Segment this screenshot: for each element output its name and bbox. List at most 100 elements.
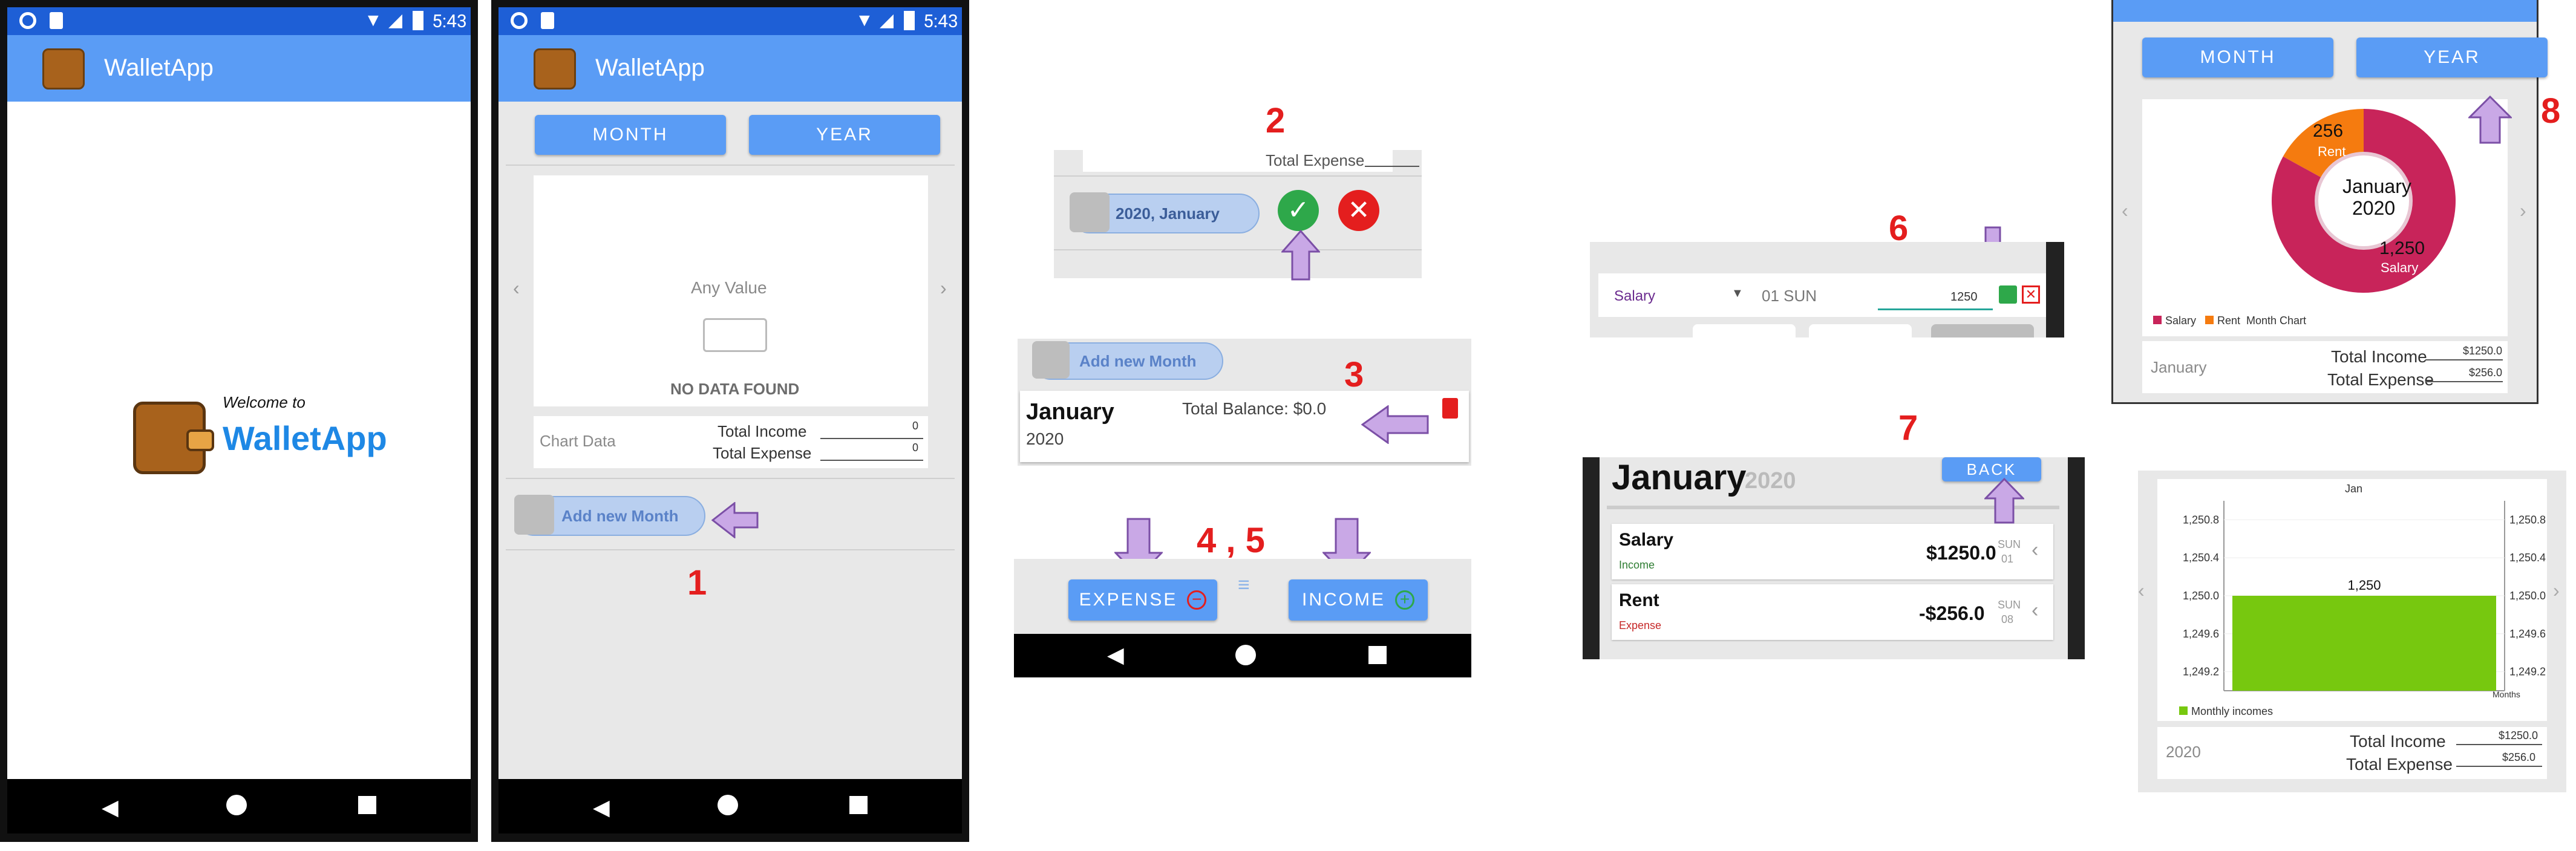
amount-input[interactable]: 1250 xyxy=(1950,290,1978,304)
chevron-left-icon[interactable]: ‹ xyxy=(2122,200,2128,222)
arrow-up-annotation xyxy=(2468,96,2512,144)
transaction-amount: $1250.0 xyxy=(1926,542,1996,564)
legend-rent: Rent xyxy=(2217,315,2241,327)
transaction-row[interactable]: Salary Income $1250.0 SUN 01 ‹ xyxy=(1612,524,2053,579)
entry-form: Salary ▼ 01 SUN 1250 ✕ xyxy=(1598,273,2046,317)
add-month-label: Add new Month xyxy=(1079,352,1197,370)
chevron-left-icon[interactable]: ‹ xyxy=(513,277,520,299)
transaction-type: Expense xyxy=(1619,619,1662,631)
transaction-date: 08 xyxy=(2001,613,2014,625)
back-nav-icon[interactable]: ◀ xyxy=(102,795,119,820)
bar-chart: 1,250.8 1,250.8 1,250.4 1,250.4 1,250.0 1,250… xyxy=(2183,501,2546,691)
bar-axis-unit: Months xyxy=(2493,690,2520,699)
add-month-label: Add new Month xyxy=(561,507,679,525)
recents-nav-icon[interactable] xyxy=(1368,646,1387,664)
step45-panel: EXPENSE − ≡ INCOME + xyxy=(1014,559,1471,634)
tab-month[interactable]: MONTH xyxy=(2142,37,2333,77)
y-tick-label: 1,249.6 xyxy=(2509,628,2546,640)
chart-data-label: Chart Data xyxy=(540,432,616,450)
cancel-x-icon[interactable]: ✕ xyxy=(1338,190,1379,231)
total-balance: Total Balance: $0.0 xyxy=(1182,399,1327,418)
total-income-value: 0 xyxy=(912,420,919,432)
totals-card: 2020 Total Income $1250.0 Total Expense … xyxy=(2157,727,2547,779)
sd-card-icon xyxy=(541,12,554,29)
y-tick-label: 1,249.2 xyxy=(2183,666,2219,678)
total-expense-value: 0 xyxy=(912,442,919,454)
chevron-right-icon[interactable]: › xyxy=(940,277,947,299)
add-month-button[interactable]: Add new Month xyxy=(1032,341,1223,380)
home-nav-icon[interactable] xyxy=(718,795,738,815)
any-value-text: Any Value xyxy=(691,278,767,297)
totals-card: January Total Income $1250.0 Total Expen… xyxy=(2142,341,2508,393)
step8-panel: MONTH YEAR January 2020 256 Rent 1,250 S… xyxy=(2111,0,2548,404)
tab-year[interactable]: YEAR xyxy=(749,115,940,155)
bar-card: Jan 1,250.8 1,250.8 1,250.4 1,250.4 1,250.0 1… xyxy=(2157,479,2547,721)
home-nav-icon[interactable] xyxy=(226,795,247,815)
tab-month[interactable]: MONTH xyxy=(535,115,726,155)
income-button[interactable]: INCOME + xyxy=(1289,579,1428,621)
tab-year[interactable]: YEAR xyxy=(2356,37,2548,77)
chevron-left-icon[interactable]: ‹ xyxy=(2138,579,2145,602)
add-file-icon xyxy=(514,495,554,535)
add-month-button[interactable]: Add new Month xyxy=(514,495,705,536)
total-income-value: $1250.0 xyxy=(2463,345,2503,357)
recents-nav-icon[interactable] xyxy=(358,796,376,814)
total-expense-label: Total Expense xyxy=(2327,370,2434,389)
step-7-label: 7 xyxy=(1898,408,1918,448)
step2-panel: Total Expense 2020, January ✓ ✕ xyxy=(1054,150,1422,278)
recents-nav-icon[interactable] xyxy=(849,796,868,814)
status-bar: ▼ ◢ 5:43 xyxy=(499,7,962,35)
income-label: INCOME xyxy=(1302,590,1385,610)
wifi-icon: ▼ xyxy=(855,10,874,31)
dropdown-arrow-icon[interactable]: ▼ xyxy=(1731,287,1744,301)
total-income-label: Total Income xyxy=(718,422,807,440)
welcome-text: Welcome to xyxy=(223,393,306,411)
step-3-label: 3 xyxy=(1344,355,1364,394)
chevron-left-icon[interactable]: ‹ xyxy=(2032,599,2038,622)
y-tick-label: 1,250.4 xyxy=(2183,552,2219,564)
category-select[interactable]: Salary xyxy=(1614,288,1655,305)
confirm-check-icon[interactable]: ✓ xyxy=(1278,190,1319,231)
legend-chart-name: Month Chart xyxy=(2246,315,2307,327)
step-45-label: 4 , 5 xyxy=(1197,521,1265,560)
status-time: 5:43 xyxy=(432,11,467,32)
add-list-icon[interactable]: ≡ xyxy=(1238,573,1250,597)
nav-bar: ◀ xyxy=(7,779,471,833)
empty-chart-icon xyxy=(703,318,767,352)
back-nav-icon[interactable]: ◀ xyxy=(1107,642,1124,668)
app-bar: WalletApp xyxy=(7,35,471,102)
transaction-row[interactable]: Rent Expense -$256.0 SUN 08 ‹ xyxy=(1612,584,2053,640)
wallet-logo-icon xyxy=(534,48,576,90)
pie-rent-value: 256 xyxy=(2313,121,2344,141)
chevron-right-icon[interactable]: › xyxy=(2553,579,2560,602)
new-month-entry[interactable]: 2020, January xyxy=(1070,192,1260,233)
pie-card: January 2020 256 Rent 1,250 Salary Salar… xyxy=(2142,99,2508,336)
expense-button[interactable]: EXPENSE − xyxy=(1068,579,1217,621)
transaction-type: Income xyxy=(1619,559,1655,571)
legend-salary: Salary xyxy=(2165,315,2197,327)
step-2-label: 2 xyxy=(1266,101,1286,140)
discard-icon[interactable]: ✕ xyxy=(2022,285,2040,304)
y-tick-label: 1,249.6 xyxy=(2183,628,2219,640)
add-file-icon xyxy=(1032,341,1070,379)
bar-jan xyxy=(2232,596,2496,691)
total-expense-value: $256.0 xyxy=(2469,367,2503,379)
chevron-right-icon[interactable]: › xyxy=(2520,200,2526,222)
nav-bar: ◀ xyxy=(1014,634,1471,677)
date-field[interactable]: 01 SUN xyxy=(1762,287,1817,305)
chevron-left-icon[interactable]: ‹ xyxy=(2032,538,2038,562)
transaction-name: Rent xyxy=(1619,590,1659,610)
arrow-left-annotation xyxy=(711,502,760,538)
save-icon[interactable] xyxy=(1999,285,2017,304)
home-nav-icon[interactable] xyxy=(1235,645,1256,665)
back-nav-icon[interactable]: ◀ xyxy=(593,795,610,820)
app-notification-icon xyxy=(19,12,36,29)
minus-circle-icon: − xyxy=(1187,590,1207,610)
phone-splash: ▼ ◢ 5:43 WalletApp Welcome to WalletApp … xyxy=(0,0,478,842)
total-expense-label: Total Expense xyxy=(2346,755,2453,774)
total-income-label: Total Income xyxy=(2331,347,2427,366)
y-tick-label: 1,250.0 xyxy=(2509,590,2546,602)
no-data-text: NO DATA FOUND xyxy=(670,380,800,398)
delete-trash-icon[interactable] xyxy=(1442,398,1458,419)
nav-bar: ◀ xyxy=(499,779,962,833)
